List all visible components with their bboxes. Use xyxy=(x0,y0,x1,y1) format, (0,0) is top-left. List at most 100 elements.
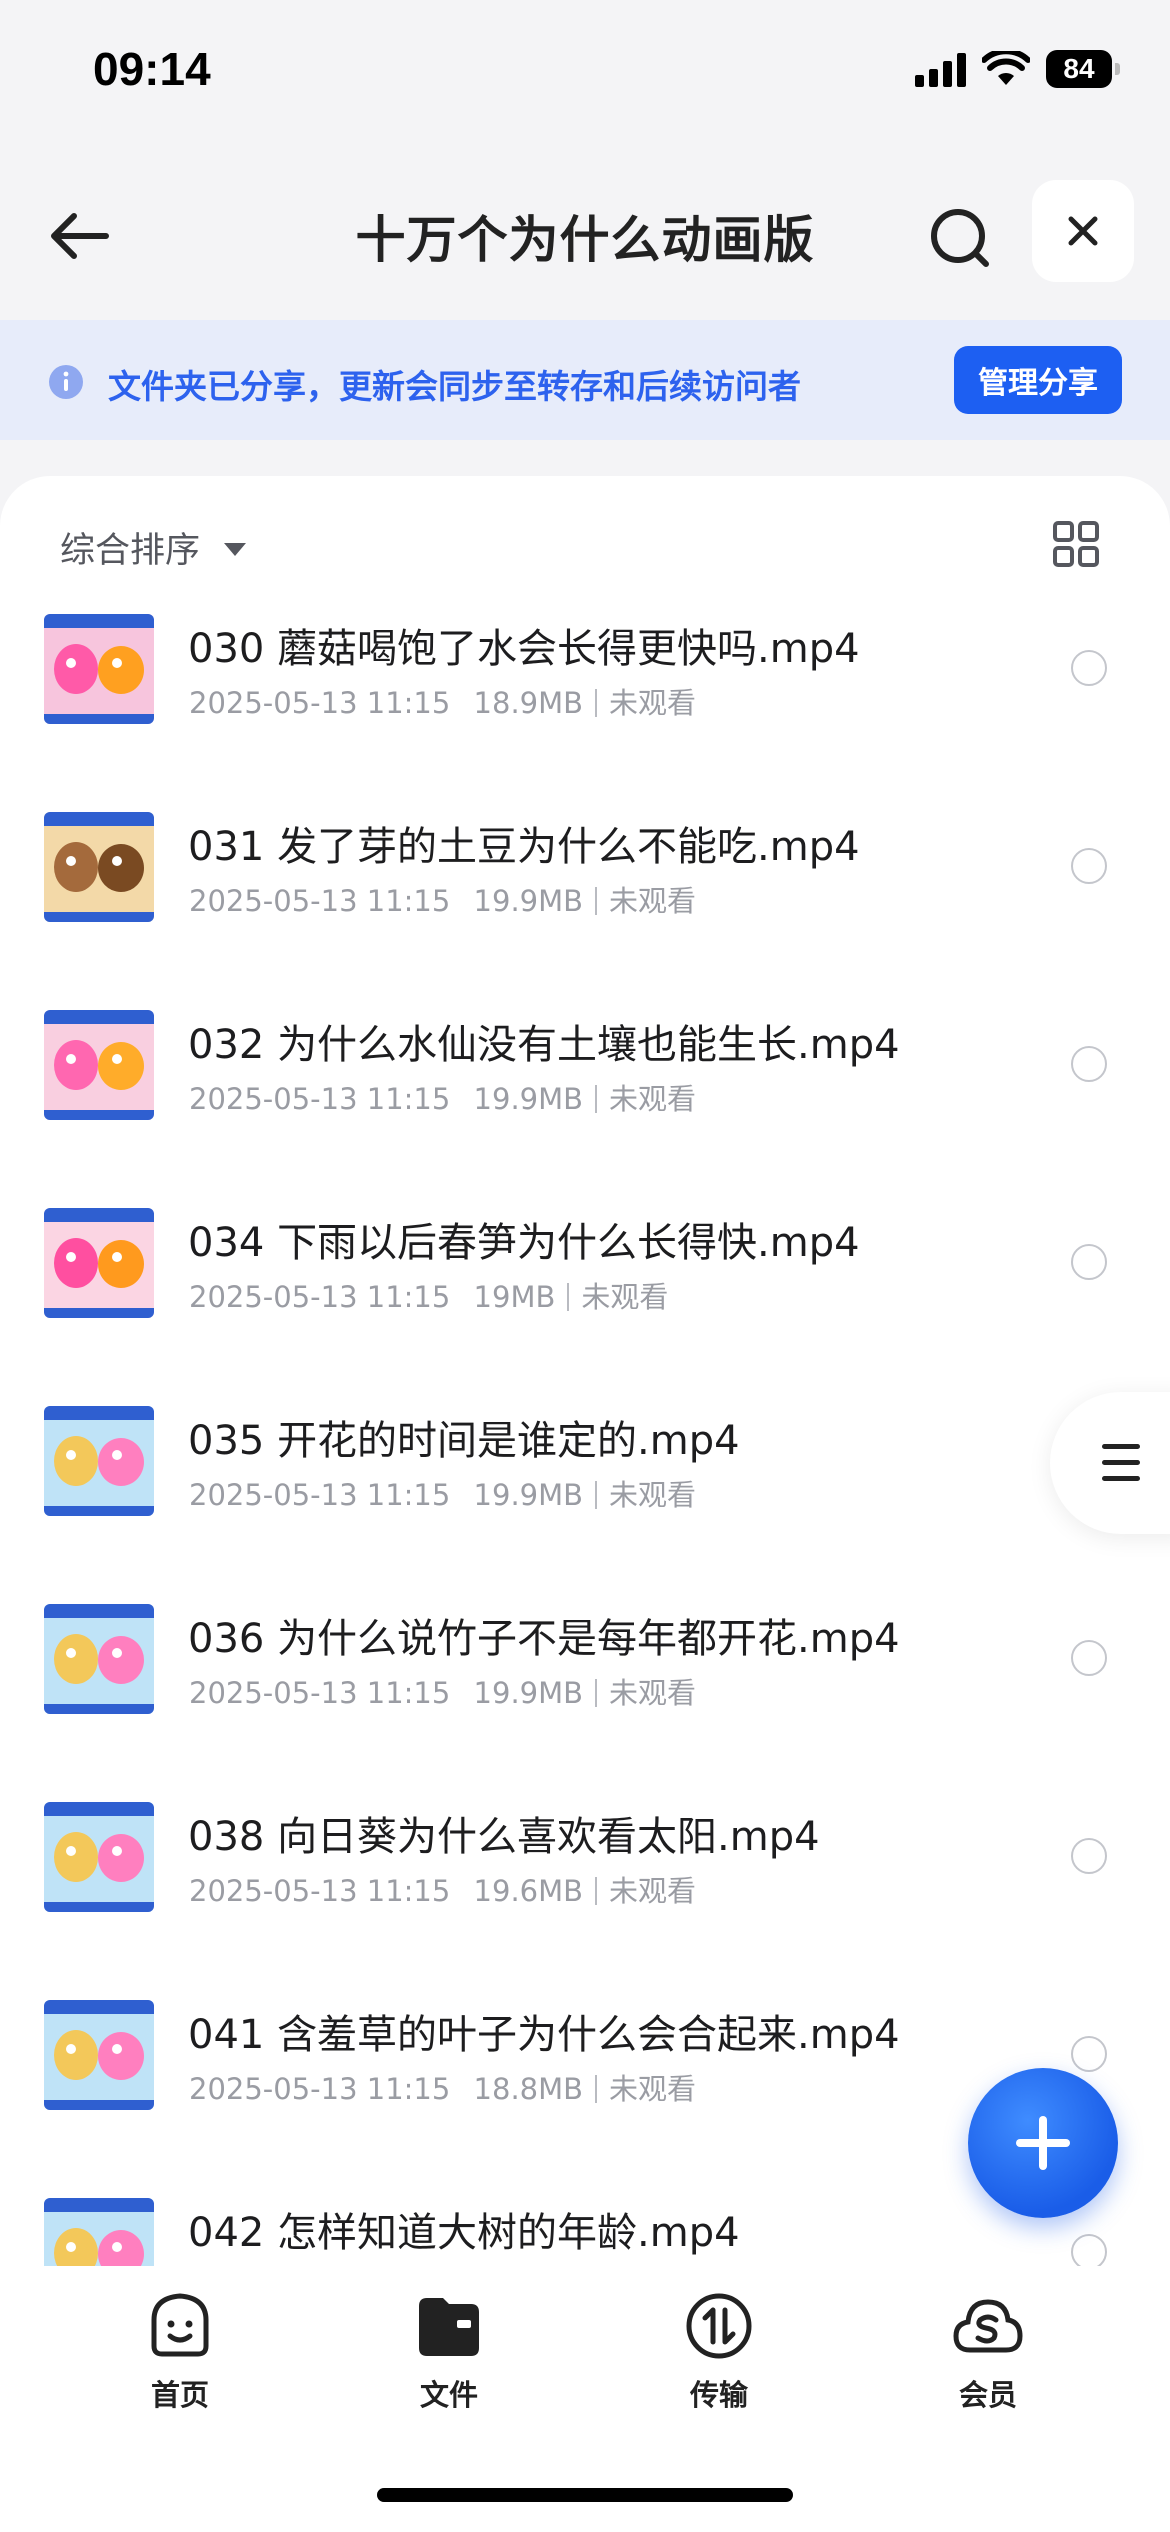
file-name: 031 发了芽的土豆为什么不能吃.mp4 xyxy=(188,824,860,870)
tab-files[interactable]: 文件 xyxy=(374,2290,524,2414)
watch-status: 未观看 xyxy=(609,686,697,720)
select-radio[interactable] xyxy=(1071,848,1107,884)
video-thumbnail xyxy=(44,812,154,922)
watch-status: 未观看 xyxy=(609,1676,697,1710)
select-radio[interactable] xyxy=(1071,2036,1107,2072)
file-size: 19.9MB xyxy=(473,1082,584,1116)
video-thumbnail xyxy=(44,614,154,724)
watch-status: 未观看 xyxy=(609,884,697,918)
file-row[interactable]: 035 开花的时间是谁定的.mp4 2025-05-13 11:15 19.9M… xyxy=(0,1406,1170,1604)
video-thumbnail xyxy=(44,1010,154,1120)
home-face-icon xyxy=(151,2293,209,2357)
watch-status: 未观看 xyxy=(609,1478,697,1512)
file-name: 030 蘑菇喝饱了水会长得更快吗.mp4 xyxy=(188,626,860,672)
sort-dropdown[interactable]: 综合排序 xyxy=(60,522,247,573)
video-thumbnail xyxy=(44,1604,154,1714)
meta-divider xyxy=(595,2075,598,2103)
watch-status: 未观看 xyxy=(609,2072,697,2106)
file-row[interactable]: 042 怎样知道大树的年龄.mp4 xyxy=(0,2198,1170,2266)
tab-member[interactable]: 会员 xyxy=(913,2290,1063,2414)
select-radio[interactable] xyxy=(1071,1244,1107,1280)
tab-home[interactable]: 首页 xyxy=(105,2290,255,2414)
meta-divider xyxy=(567,1283,570,1311)
home-indicator xyxy=(377,2488,793,2502)
select-radio[interactable] xyxy=(1071,1046,1107,1082)
file-date: 2025-05-13 11:15 xyxy=(189,1676,451,1710)
select-radio[interactable] xyxy=(1071,650,1107,686)
menu-icon xyxy=(1102,1444,1140,1492)
tab-home-label: 首页 xyxy=(150,2378,209,2412)
file-row[interactable]: 032 为什么水仙没有土壤也能生长.mp4 2025-05-13 11:15 1… xyxy=(0,1010,1170,1208)
file-row[interactable]: 038 向日葵为什么喜欢看太阳.mp4 2025-05-13 11:15 19.… xyxy=(0,1802,1170,2000)
share-banner: 文件夹已分享，更新会同步至转存和后续访问者 管理分享 xyxy=(0,320,1170,440)
file-size: 19MB xyxy=(473,1280,556,1314)
watch-status: 未观看 xyxy=(609,1874,697,1908)
nav-bar: 十万个为什么动画版 xyxy=(0,150,1170,320)
tab-member-label: 会员 xyxy=(958,2378,1017,2412)
file-row[interactable]: 031 发了芽的土豆为什么不能吃.mp4 2025-05-13 11:15 19… xyxy=(0,812,1170,1010)
share-notice-text: 文件夹已分享，更新会同步至转存和后续访问者 xyxy=(108,367,801,406)
select-radio[interactable] xyxy=(1071,1640,1107,1676)
file-size: 19.9MB xyxy=(473,1478,584,1512)
video-thumbnail xyxy=(44,1802,154,1912)
file-meta: 2025-05-13 11:15 19.9MB 未观看 xyxy=(189,1472,696,1514)
grid-view-button[interactable] xyxy=(1052,520,1100,568)
file-name: 042 怎样知道大树的年龄.mp4 xyxy=(188,2210,740,2256)
file-size: 18.8MB xyxy=(473,2072,584,2106)
meta-divider xyxy=(595,1481,598,1509)
manage-share-button[interactable]: 管理分享 xyxy=(954,346,1122,414)
select-radio[interactable] xyxy=(1071,1838,1107,1874)
file-name: 038 向日葵为什么喜欢看太阳.mp4 xyxy=(188,1814,820,1860)
file-date: 2025-05-13 11:15 xyxy=(189,1874,451,1908)
file-row[interactable]: 034 下雨以后春笋为什么长得快.mp4 2025-05-13 11:15 19… xyxy=(0,1208,1170,1406)
grid-view-icon xyxy=(1053,521,1099,567)
select-radio[interactable] xyxy=(1071,2234,1107,2266)
file-name: 034 下雨以后春笋为什么长得快.mp4 xyxy=(188,1220,860,1266)
file-date: 2025-05-13 11:15 xyxy=(189,1280,451,1314)
file-date: 2025-05-13 11:15 xyxy=(189,2072,451,2106)
file-meta: 2025-05-13 11:15 19MB 未观看 xyxy=(189,1274,668,1316)
status-bar: 09:14 84 xyxy=(0,0,1170,150)
info-icon xyxy=(49,365,83,399)
file-meta: 2025-05-13 11:15 18.8MB 未观看 xyxy=(189,2066,696,2108)
wifi-icon xyxy=(982,51,1030,85)
tab-transfer[interactable]: 传输 xyxy=(644,2290,794,2414)
meta-divider xyxy=(595,887,598,915)
file-name: 041 含羞草的叶子为什么会合起来.mp4 xyxy=(188,2012,900,2058)
file-name: 036 为什么说竹子不是每年都开花.mp4 xyxy=(188,1616,900,1662)
file-size: 19.9MB xyxy=(473,1676,584,1710)
file-name: 035 开花的时间是谁定的.mp4 xyxy=(188,1418,740,1464)
member-cloud-icon xyxy=(953,2299,1023,2353)
watch-status: 未观看 xyxy=(609,1082,697,1116)
search-button[interactable] xyxy=(920,198,1000,278)
meta-divider xyxy=(595,689,598,717)
file-size: 19.6MB xyxy=(473,1874,584,1908)
caret-down-icon xyxy=(224,543,247,556)
video-thumbnail xyxy=(44,1406,154,1516)
file-size: 19.9MB xyxy=(473,884,584,918)
file-row[interactable]: 036 为什么说竹子不是每年都开花.mp4 2025-05-13 11:15 1… xyxy=(0,1604,1170,1802)
meta-divider xyxy=(595,1877,598,1905)
status-icons: 84 xyxy=(915,50,1120,88)
video-thumbnail xyxy=(44,2000,154,2110)
cellular-signal-icon xyxy=(915,51,966,87)
file-list: 030 蘑菇喝饱了水会长得更快吗.mp4 2025-05-13 11:15 18… xyxy=(0,614,1170,2266)
add-button[interactable] xyxy=(968,2068,1118,2218)
search-icon xyxy=(931,209,989,267)
file-name: 032 为什么水仙没有土壤也能生长.mp4 xyxy=(188,1022,900,1068)
file-meta: 2025-05-13 11:15 19.9MB 未观看 xyxy=(189,1076,696,1118)
file-row[interactable]: 030 蘑菇喝饱了水会长得更快吗.mp4 2025-05-13 11:15 18… xyxy=(0,614,1170,812)
file-date: 2025-05-13 11:15 xyxy=(189,686,451,720)
file-meta: 2025-05-13 11:15 19.9MB 未观看 xyxy=(189,1670,696,1712)
file-date: 2025-05-13 11:15 xyxy=(189,1082,451,1116)
meta-divider xyxy=(595,1085,598,1113)
watch-status: 未观看 xyxy=(581,1280,669,1314)
close-icon xyxy=(1068,216,1098,246)
tab-transfer-label: 传输 xyxy=(689,2378,748,2412)
status-time: 09:14 xyxy=(93,43,211,95)
close-button[interactable] xyxy=(1032,180,1134,282)
file-date: 2025-05-13 11:15 xyxy=(189,884,451,918)
video-thumbnail xyxy=(44,1208,154,1318)
file-date: 2025-05-13 11:15 xyxy=(189,1478,451,1512)
file-meta: 2025-05-13 11:15 19.9MB 未观看 xyxy=(189,878,696,920)
